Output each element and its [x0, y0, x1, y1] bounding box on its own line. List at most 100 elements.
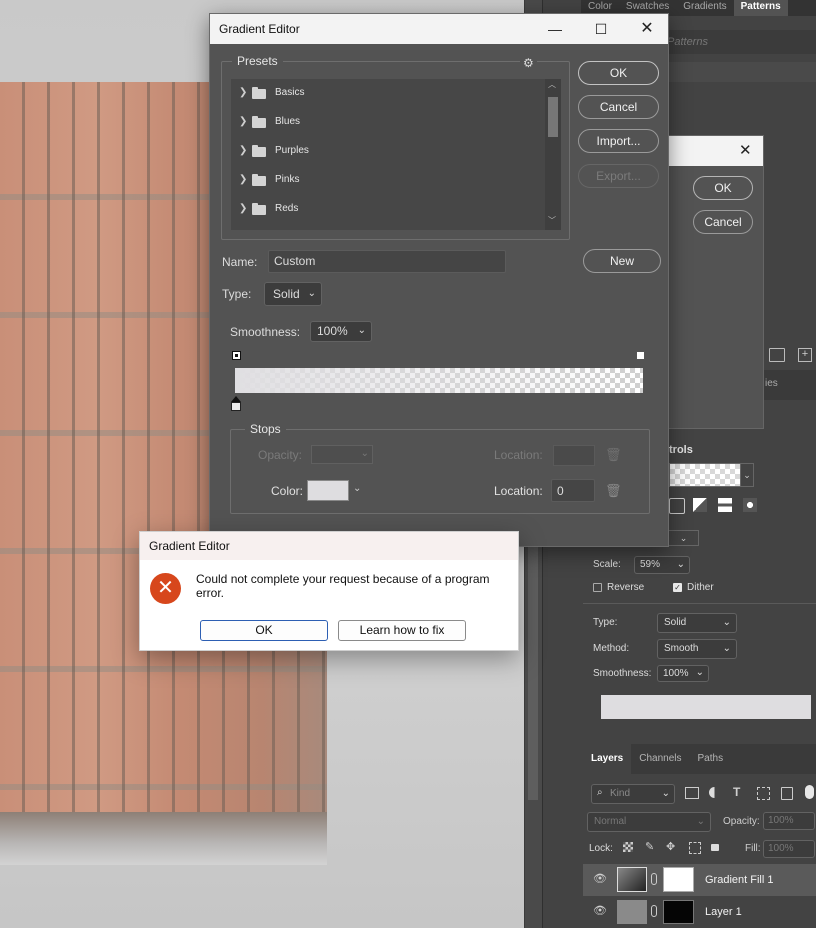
image-filter-icon[interactable]: [685, 787, 699, 799]
type-label: Type:: [222, 287, 252, 301]
reverse-checkbox[interactable]: [593, 583, 602, 592]
layer-filter-icons: T: [685, 785, 816, 801]
fill-field[interactable]: 100%: [763, 840, 815, 858]
error-ok-button[interactable]: OK: [200, 620, 328, 641]
stops-group: Stops Opacity: ⌄ Location: 🗑 Color: ⌄ Lo…: [230, 422, 650, 514]
layer-kind-filter[interactable]: ⌕ Kind ⌄: [591, 784, 675, 804]
add-icon[interactable]: +: [798, 348, 812, 362]
name-input[interactable]: Custom: [268, 250, 506, 273]
scale-select[interactable]: 59% ⌄: [634, 556, 690, 574]
type-value: Solid: [273, 287, 300, 301]
type-filter-icon[interactable]: T: [733, 785, 740, 799]
background-dialog-titlebar: ✕: [669, 136, 763, 166]
gradient-preview[interactable]: [601, 695, 811, 719]
new-button[interactable]: New: [583, 249, 661, 273]
move-icon[interactable]: ✥: [666, 840, 675, 853]
layer-row[interactable]: 👁 Gradient Fill 1: [583, 864, 816, 896]
import-button[interactable]: Import...: [578, 129, 659, 153]
tab-patterns[interactable]: Patterns: [733, 0, 788, 16]
preset-folder[interactable]: ❯ Purples: [231, 137, 543, 166]
background-dialog-cancel-button[interactable]: Cancel: [693, 210, 753, 234]
opacity-field[interactable]: 100%: [763, 812, 815, 830]
dither-checkbox[interactable]: ✓: [673, 583, 682, 592]
radial-gradient-icon[interactable]: [669, 498, 685, 514]
gear-icon[interactable]: ⚙: [520, 56, 537, 70]
type-select[interactable]: Solid ⌄: [657, 613, 737, 633]
trash-icon[interactable]: 🗑: [605, 447, 622, 463]
learn-how-to-fix-button[interactable]: Learn how to fix: [338, 620, 466, 641]
tab-layers[interactable]: Layers: [583, 744, 632, 774]
trash-icon[interactable]: 🗑: [605, 483, 622, 499]
method-select[interactable]: Smooth ⌄: [657, 639, 737, 659]
smart-object-filter-icon[interactable]: [781, 787, 793, 800]
color-location-field[interactable]: 0: [551, 479, 595, 502]
preset-folder[interactable]: ❯ Blues: [231, 108, 543, 137]
background-dialog-ok-button[interactable]: OK: [693, 176, 753, 200]
angle-dropdown[interactable]: ⌄: [669, 530, 699, 546]
maximize-icon[interactable]: ☐: [578, 14, 624, 44]
presets-list[interactable]: ❯ Basics ❯ Blues ❯ Purples ❯ Pinks ❯ Reds ︿ ﹀: [231, 79, 561, 230]
chevron-down-icon[interactable]: ⌄: [353, 483, 361, 494]
smoothness-select[interactable]: 100% ⌄: [657, 665, 709, 682]
error-dialog-titlebar: Gradient Editor: [140, 532, 518, 560]
brush-icon[interactable]: ✎: [645, 840, 654, 853]
export-button[interactable]: Export...: [578, 164, 659, 188]
cancel-button[interactable]: Cancel: [578, 95, 659, 119]
opacity-location-field[interactable]: [553, 445, 595, 466]
gradient-bar[interactable]: [235, 368, 643, 393]
color-swatch[interactable]: [307, 480, 349, 501]
chevron-right-icon[interactable]: ❯: [239, 203, 247, 214]
color-stop-left[interactable]: [231, 402, 241, 411]
layer-row[interactable]: 👁 Layer 1: [583, 897, 816, 928]
ok-button[interactable]: OK: [578, 61, 659, 85]
opacity-field[interactable]: ⌄: [311, 445, 373, 464]
tab-paths[interactable]: Paths: [690, 744, 732, 774]
preset-folder[interactable]: ❯ Reds: [231, 195, 543, 224]
close-icon[interactable]: ✕: [739, 141, 752, 159]
smoothness-value: 100%: [663, 668, 689, 679]
close-icon[interactable]: ✕: [624, 14, 670, 44]
opacity-stop-left[interactable]: [232, 351, 241, 360]
folder-icon[interactable]: [769, 348, 785, 362]
eye-icon[interactable]: 👁: [593, 904, 607, 917]
smoothness-select[interactable]: 100% ⌄: [310, 321, 372, 342]
lock-icon[interactable]: [711, 844, 719, 851]
chevron-down-icon[interactable]: ⌄: [361, 448, 369, 459]
minimize-icon[interactable]: —: [532, 14, 578, 44]
angle-gradient-icon[interactable]: [693, 498, 707, 512]
preset-folder[interactable]: ❯ Basics: [231, 79, 543, 108]
shape-filter-icon[interactable]: [757, 787, 770, 800]
chevron-right-icon[interactable]: ❯: [239, 116, 247, 127]
chevron-right-icon[interactable]: ❯: [239, 87, 247, 98]
properties-tab-label[interactable]: ies: [765, 378, 778, 389]
gradient-swatch[interactable]: [669, 463, 741, 487]
reflected-gradient-icon[interactable]: [718, 498, 732, 512]
background-dialog: ✕ OK Cancel: [668, 135, 764, 429]
opacity-stop-right[interactable]: [636, 351, 645, 360]
filter-toggle-icon[interactable]: [805, 785, 814, 799]
patterns-search-input[interactable]: Patterns: [667, 36, 708, 48]
chevron-down-icon[interactable]: ﹀: [548, 215, 556, 226]
patterns-footer: +: [767, 348, 816, 362]
smoothness-label: Smoothness:: [230, 325, 301, 339]
diamond-gradient-icon[interactable]: [743, 498, 757, 512]
eye-icon[interactable]: 👁: [593, 872, 607, 885]
presets-scrollbar-thumb[interactable]: [548, 97, 558, 137]
presets-scrollbar[interactable]: ︿ ﹀: [545, 79, 561, 230]
chevron-up-icon[interactable]: ︿: [548, 79, 556, 90]
controls-label: trols: [669, 444, 693, 456]
preset-folder-label: Pinks: [275, 174, 300, 185]
chevron-down-icon[interactable]: ⌄: [740, 463, 754, 487]
artboard-icon[interactable]: [689, 842, 701, 854]
opacity-location-label: Location:: [494, 448, 543, 462]
blend-mode-select[interactable]: Normal ⌄: [587, 812, 711, 832]
adjustment-filter-icon[interactable]: [709, 787, 720, 798]
chevron-right-icon[interactable]: ❯: [239, 145, 247, 156]
lock-transparent-icon[interactable]: [623, 842, 633, 852]
tab-channels[interactable]: Channels: [631, 744, 689, 774]
opacity-stop-marker: [235, 354, 238, 357]
chevron-right-icon[interactable]: ❯: [239, 174, 247, 185]
type-select[interactable]: Solid ⌄: [264, 282, 322, 306]
tab-gradients[interactable]: Gradients: [676, 0, 733, 16]
preset-folder[interactable]: ❯ Pinks: [231, 166, 543, 195]
